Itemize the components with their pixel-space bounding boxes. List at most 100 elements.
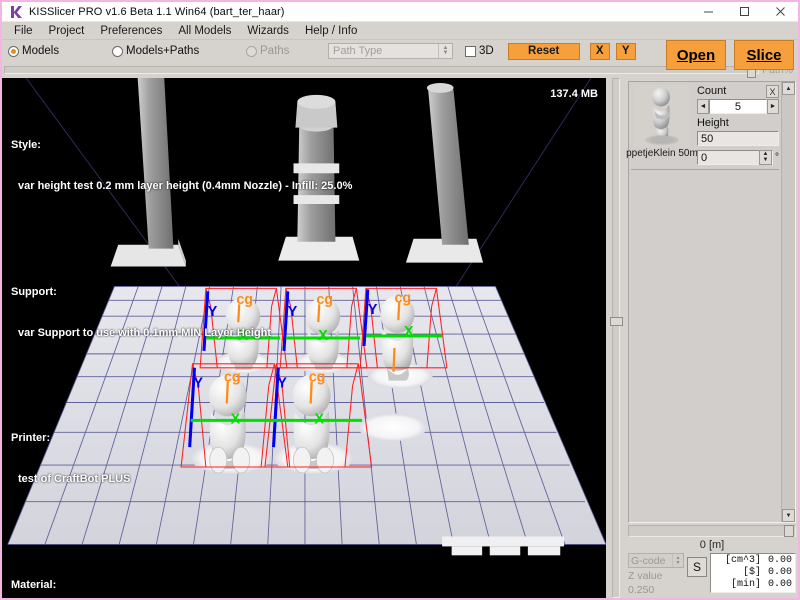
stat-value-time: 0.00 <box>767 579 792 590</box>
model-thumbnail[interactable] <box>633 85 690 147</box>
count-increment-button[interactable]: ► <box>767 99 779 114</box>
count-stepper[interactable]: ◄ 5 ► <box>696 99 779 114</box>
svg-text:X: X <box>238 328 248 344</box>
path-type-value: Path Type <box>333 45 383 57</box>
layer-slider-track[interactable] <box>609 78 623 598</box>
scroll-up-button[interactable]: ▲ <box>782 82 795 95</box>
model-list-divider <box>630 169 779 170</box>
maximize-button[interactable] <box>726 2 762 22</box>
stat-key-cost: [$] <box>742 567 761 578</box>
rotation-row: 0 ▲ ▼ ° <box>696 149 779 165</box>
gcode-select-value: G-code <box>630 554 666 567</box>
svg-text:X: X <box>318 328 328 344</box>
view-x-button[interactable]: X <box>589 42 610 60</box>
title-bar: KISSlicer PRO v1.6 Beta 1.1 Win64 (bart_… <box>2 2 798 22</box>
remove-model-button[interactable]: X <box>766 85 779 98</box>
radio-paths: Paths <box>246 45 324 57</box>
height-label: Height <box>696 117 729 129</box>
stat-value-volume: 0.00 <box>767 555 792 566</box>
menu-item-help-info[interactable]: Help / Info <box>297 24 365 38</box>
main-area: Y Y Y Y Y X X X X X cg cg cg cg cg Style… <box>2 78 798 598</box>
model-list-scrollbar[interactable]: ▲ ▼ <box>781 82 795 522</box>
stat-row-time: [min] 0.00 <box>713 579 792 591</box>
svg-text:Y: Y <box>208 304 218 320</box>
reset-button[interactable]: Reset <box>507 42 580 60</box>
window-title: KISSlicer PRO v1.6 Beta 1.1 Win64 (bart_… <box>29 5 285 18</box>
app-logo-icon <box>8 4 24 20</box>
layer-slider[interactable] <box>605 78 626 598</box>
kisslicer-window: KISSlicer PRO v1.6 Beta 1.1 Win64 (bart_… <box>0 0 800 600</box>
stat-key-time: [min] <box>730 579 761 590</box>
view-y-button[interactable]: Y <box>615 42 636 60</box>
radio-models[interactable]: Models <box>8 45 108 57</box>
height-input[interactable]: 50 <box>696 131 779 146</box>
z-value: 0.250 <box>627 584 655 596</box>
gcode-column: G-code ▲ ▼ Z value 0.250 <box>627 553 684 596</box>
path-percent-slider[interactable] <box>4 64 760 78</box>
rotation-down-icon[interactable]: ▼ <box>760 157 771 164</box>
window-controls <box>690 2 798 22</box>
menu-item-wizards[interactable]: Wizards <box>239 24 297 38</box>
svg-text:X: X <box>404 324 414 340</box>
radio-models-label: Models <box>22 45 60 57</box>
stats-panel: [cm^3] 0.00 [$] 0.00 [min] 0.00 <box>709 553 796 593</box>
close-button[interactable] <box>762 2 798 22</box>
menu-item-all-models[interactable]: All Models <box>170 24 239 38</box>
chevron-updown-icon: ▲ ▼ <box>671 554 683 567</box>
model-list: PoppetjeKlein 50mm Count X ◄ 5 ► Height … <box>614 81 796 523</box>
radio-models-dot <box>8 45 19 57</box>
checkbox-3d-box <box>465 45 476 57</box>
svg-text:cg: cg <box>316 292 333 308</box>
count-value[interactable]: 5 <box>708 99 767 114</box>
count-decrement-button[interactable]: ◄ <box>696 99 709 114</box>
svg-text:cg: cg <box>224 369 241 385</box>
menu-bar: File Project Preferences All Models Wiza… <box>2 22 798 40</box>
menu-item-file[interactable]: File <box>6 24 41 38</box>
stat-key-volume: [cm^3] <box>724 555 761 566</box>
open-button[interactable]: Open <box>666 40 726 70</box>
svg-text:Y: Y <box>368 302 378 318</box>
bottom-slider-thumb[interactable] <box>784 525 794 537</box>
layer-slider-thumb[interactable] <box>609 317 623 327</box>
radio-models-paths-label: Models+Paths <box>126 45 200 57</box>
right-panel: PoppetjeKlein 50mm Count X ◄ 5 ► Height … <box>614 78 798 598</box>
svg-text:X: X <box>231 411 241 427</box>
stat-row-cost: [$] 0.00 <box>713 567 792 579</box>
svg-text:X: X <box>314 411 324 427</box>
count-row: Count X <box>697 85 779 98</box>
stat-value-cost: 0.00 <box>767 567 792 578</box>
radio-models-paths[interactable]: Models+Paths <box>112 45 242 57</box>
3d-scene: Y Y Y Y Y X X X X X cg cg cg cg cg <box>2 78 606 598</box>
3d-viewport[interactable]: Y Y Y Y Y X X X X X cg cg cg cg cg Style… <box>2 78 606 598</box>
svg-text:cg: cg <box>309 369 326 385</box>
count-label: Count <box>696 85 727 97</box>
radio-paths-dot <box>246 45 257 57</box>
filament-length-label: 0 [m] <box>699 539 725 551</box>
svg-text:Y: Y <box>277 375 287 391</box>
rotation-stepper[interactable]: ▲ ▼ <box>759 149 772 165</box>
slice-button[interactable]: Slice <box>734 40 794 70</box>
path-type-select[interactable]: Path Type ▲ ▼ <box>328 43 453 59</box>
scrollbar-track[interactable] <box>782 95 795 509</box>
scroll-down-button[interactable]: ▼ <box>782 509 795 522</box>
bottom-controls-row: G-code ▲ ▼ Z value 0.250 S [cm^3] 0.00 [$… <box>627 553 796 596</box>
bottom-slider[interactable] <box>627 525 796 537</box>
menu-item-preferences[interactable]: Preferences <box>92 24 170 38</box>
stat-row-volume: [cm^3] 0.00 <box>713 555 792 567</box>
checkbox-3d[interactable]: 3D <box>465 45 494 57</box>
z-value-label: Z value <box>627 570 663 582</box>
minimize-button[interactable] <box>690 2 726 22</box>
model-fields-column: Count X ◄ 5 ► Height 50 0 ▲ ▼ ° <box>693 85 779 165</box>
model-list-body: PoppetjeKlein 50mm Count X ◄ 5 ► Height … <box>614 82 781 522</box>
checkbox-3d-label: 3D <box>479 45 494 57</box>
memory-usage-label: 137.4 MB <box>550 88 598 100</box>
menu-item-project[interactable]: Project <box>41 24 93 38</box>
open-button-label: Open <box>676 46 716 64</box>
save-gcode-button[interactable]: S <box>686 557 707 577</box>
svg-text:Y: Y <box>288 304 298 320</box>
svg-text:Y: Y <box>193 375 203 391</box>
model-list-item[interactable]: PoppetjeKlein 50mm Count X ◄ 5 ► Height … <box>614 82 781 165</box>
svg-text:cg: cg <box>236 292 253 308</box>
svg-text:cg: cg <box>394 290 411 306</box>
chevron-updown-icon: ▲ ▼ <box>438 44 452 58</box>
